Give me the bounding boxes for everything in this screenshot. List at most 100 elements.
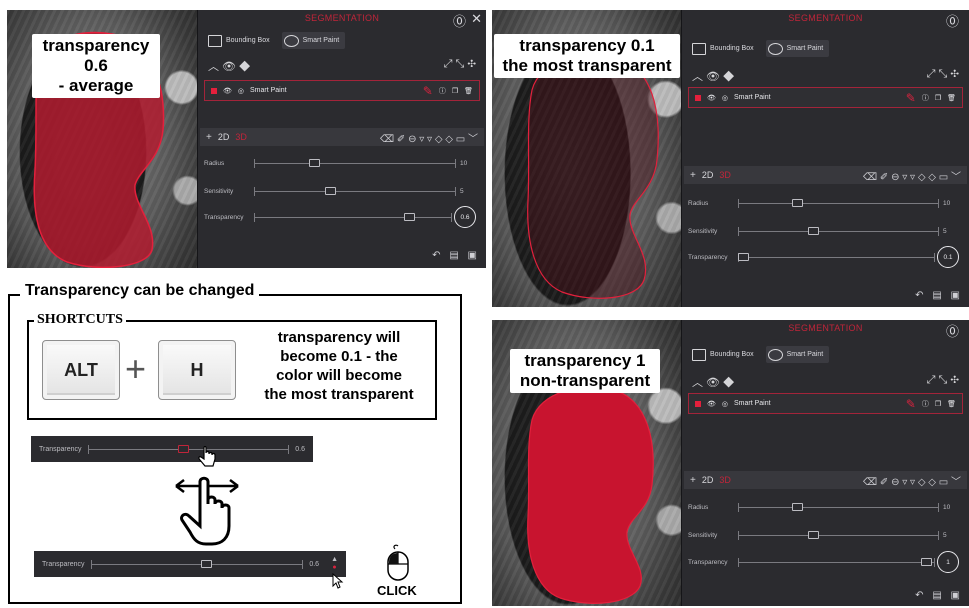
tools-icons[interactable]: ⤢ ⤡ ✣ xyxy=(927,68,959,84)
help-icon[interactable]: ⓪ xyxy=(946,321,959,340)
info-icon[interactable]: ⓘ xyxy=(439,86,446,96)
slider-track[interactable] xyxy=(254,186,456,196)
slider-track[interactable] xyxy=(738,530,939,540)
mode-3d[interactable]: 3D xyxy=(235,132,247,142)
copy-icon[interactable]: ❐ xyxy=(935,94,941,102)
close-icon[interactable]: ✕ xyxy=(471,11,482,27)
transparency-slider-example-2[interactable]: Transparency 0.6 ▲ ● xyxy=(34,551,346,577)
pencil-icon[interactable]: ✎ xyxy=(906,397,916,411)
slider-track[interactable] xyxy=(738,198,939,208)
eye-icon[interactable]: 👁 xyxy=(223,87,232,95)
add-icon[interactable]: + xyxy=(206,132,212,143)
undo-save-icons[interactable]: ↶ ▤ ▣ xyxy=(432,250,480,261)
tab-label: Smart Paint xyxy=(786,45,824,52)
tab-smart-paint[interactable]: Smart Paint xyxy=(765,40,830,57)
radius-slider[interactable]: Radius 10 xyxy=(688,196,959,210)
radius-slider[interactable]: Radius 10 xyxy=(204,156,476,170)
slider-label: Radius xyxy=(688,503,709,511)
trash-icon[interactable]: 🗑 xyxy=(464,87,473,95)
brush-tools-icons[interactable]: ⌫ ✐ ⊖ ▿ ▿ ◇ ◇ ▭ ﹀ xyxy=(380,130,478,145)
slider-thumb[interactable] xyxy=(308,158,320,167)
tab-smart-paint[interactable]: Smart Paint xyxy=(765,346,830,363)
bounding-box-icon xyxy=(692,348,706,361)
caption-line: transparency 0.6 xyxy=(42,36,150,75)
visibility-controls[interactable]: ︿ 👁 ◆ xyxy=(692,68,734,84)
slider-label: Transparency xyxy=(42,560,85,568)
undo-save-icons[interactable]: ↶ ▤ ▣ xyxy=(915,290,963,301)
target-icon[interactable]: ◎ xyxy=(722,400,728,408)
tab-bounding-box[interactable]: Bounding Box xyxy=(206,32,276,49)
pencil-icon[interactable]: ✎ xyxy=(906,91,916,105)
copy-icon[interactable]: ❐ xyxy=(935,400,941,408)
layer-name: Smart Paint xyxy=(734,94,771,101)
help-icon[interactable]: ⓪ xyxy=(453,11,466,30)
radius-slider[interactable]: Radius 10 xyxy=(688,500,959,514)
slider-thumb[interactable] xyxy=(324,186,336,195)
tab-bounding-box[interactable]: Bounding Box xyxy=(690,346,760,363)
eye-icon[interactable]: 👁 xyxy=(707,400,716,408)
info-icon[interactable]: ⓘ xyxy=(922,93,929,103)
layer-row[interactable]: 👁 ◎ Smart Paint ✎ ⓘ ❐ 🗑 xyxy=(688,393,963,414)
tools-icons[interactable]: ⤢ ⤡ ✣ xyxy=(927,374,959,390)
brush-tools-icons[interactable]: ⌫ ✐ ⊖ ▿ ▿ ◇ ◇ ▭ ﹀ xyxy=(863,473,961,488)
tool-bar: + 2D 3D ⌫ ✐ ⊖ ▿ ▿ ◇ ◇ ▭ ﹀ xyxy=(200,128,484,146)
slider-thumb[interactable] xyxy=(808,226,820,235)
sensitivity-slider[interactable]: Sensitivity 5 xyxy=(204,184,476,198)
transparency-slider[interactable]: Transparency 0.1 xyxy=(688,246,959,268)
tab-bounding-box[interactable]: Bounding Box xyxy=(690,40,760,57)
desc-line: become 0.1 - the xyxy=(280,348,398,365)
slider-thumb[interactable] xyxy=(792,198,804,207)
mode-2d[interactable]: 2D xyxy=(218,132,230,142)
transparency-slider[interactable]: Transparency 0.6 xyxy=(204,206,476,228)
slider-label: Transparency xyxy=(688,253,728,261)
tools-icons[interactable]: ⤢ ⤡ ✣ xyxy=(444,58,476,74)
slider-value: 5 xyxy=(943,227,947,235)
target-icon[interactable]: ◎ xyxy=(238,87,244,95)
pencil-icon[interactable]: ✎ xyxy=(423,84,433,98)
mode-3d[interactable]: 3D xyxy=(719,475,731,485)
slider-track[interactable] xyxy=(738,226,939,236)
mode-2d[interactable]: 2D xyxy=(702,170,714,180)
slider-thumb[interactable] xyxy=(921,557,933,566)
layer-row[interactable]: 👁 ◎ Smart Paint ✎ ⓘ ❐ 🗑 xyxy=(204,80,480,101)
target-icon[interactable]: ◎ xyxy=(722,94,728,102)
transparency-slider[interactable]: Transparency 1 xyxy=(688,551,959,573)
copy-icon[interactable]: ❐ xyxy=(452,87,458,95)
undo-save-icons[interactable]: ↶ ▤ ▣ xyxy=(915,590,963,601)
segmentation-panel: SEGMENTATION ⓪ Bounding Box Smart Paint … xyxy=(681,10,969,307)
add-icon[interactable]: + xyxy=(690,170,696,181)
panel-title: SEGMENTATION xyxy=(304,13,380,23)
slider-thumb[interactable] xyxy=(178,444,190,453)
brush-tools-icons[interactable]: ⌫ ✐ ⊖ ▿ ▿ ◇ ◇ ▭ ﹀ xyxy=(863,168,961,183)
slider-track[interactable] xyxy=(254,158,456,168)
sensitivity-slider[interactable]: Sensitivity 5 xyxy=(688,224,959,238)
slider-track[interactable] xyxy=(87,444,290,454)
slider-track[interactable] xyxy=(738,502,939,512)
transparency-slider-example-1[interactable]: Transparency 0.6 xyxy=(31,436,313,462)
info-icon[interactable]: ⓘ xyxy=(922,399,929,409)
slider-track[interactable] xyxy=(254,212,452,222)
trash-icon[interactable]: 🗑 xyxy=(947,94,956,102)
slider-thumb[interactable] xyxy=(808,530,820,539)
segmentation-panel: SEGMENTATION ⓪ Bounding Box Smart Paint … xyxy=(681,320,969,606)
slider-thumb[interactable] xyxy=(738,252,749,261)
desc-line: transparency will xyxy=(277,329,401,346)
help-icon[interactable]: ⓪ xyxy=(946,11,959,30)
slider-track[interactable] xyxy=(738,557,935,567)
sensitivity-slider[interactable]: Sensitivity 5 xyxy=(688,528,959,542)
stepper-arrows-icon[interactable]: ▲ ● xyxy=(331,556,338,572)
slider-thumb[interactable] xyxy=(792,502,804,511)
visibility-controls[interactable]: ︿ 👁 ◆ xyxy=(692,374,734,390)
trash-icon[interactable]: 🗑 xyxy=(947,400,956,408)
mode-2d[interactable]: 2D xyxy=(702,475,714,485)
tab-smart-paint[interactable]: Smart Paint xyxy=(281,32,346,49)
slider-thumb[interactable] xyxy=(201,559,213,568)
slider-track[interactable] xyxy=(90,559,304,569)
eye-icon[interactable]: 👁 xyxy=(707,94,716,102)
visibility-controls[interactable]: ︿ 👁 ◆ xyxy=(208,58,250,74)
layer-row[interactable]: 👁 ◎ Smart Paint ✎ ⓘ ❐ 🗑 xyxy=(688,87,963,108)
add-icon[interactable]: + xyxy=(690,475,696,486)
slider-track[interactable] xyxy=(738,252,935,262)
mode-3d[interactable]: 3D xyxy=(719,170,731,180)
slider-thumb[interactable] xyxy=(404,212,416,221)
